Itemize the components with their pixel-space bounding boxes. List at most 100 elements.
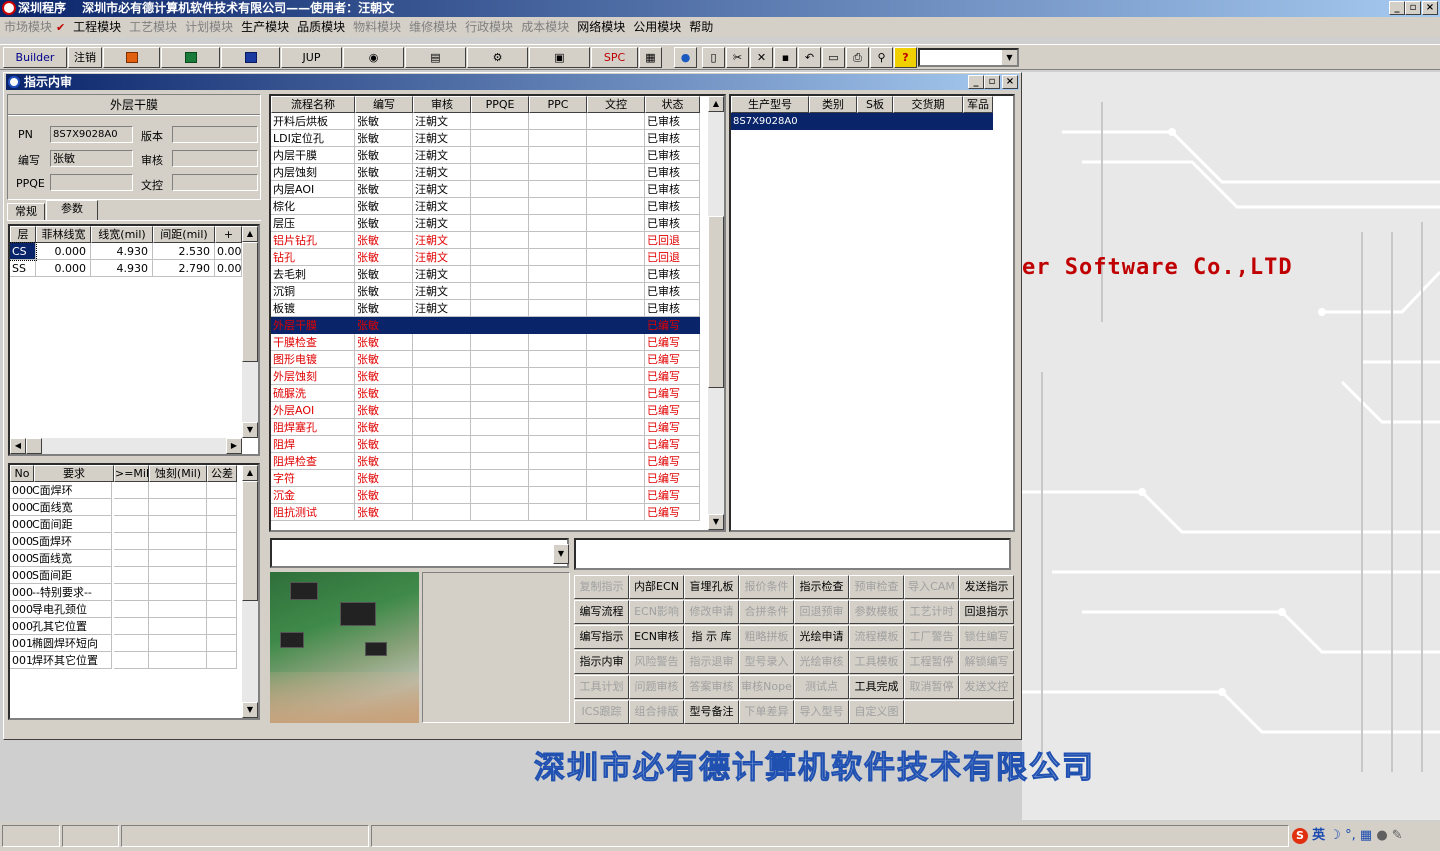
param-header-0[interactable]: 层: [10, 226, 36, 243]
param-scroll-up[interactable]: ▲: [242, 226, 258, 242]
req-scroll-up[interactable]: ▲: [242, 465, 258, 481]
remark-input[interactable]: [574, 538, 1011, 570]
flow-combo[interactable]: ▼: [270, 538, 569, 568]
flow-row[interactable]: 外层AOI 张敏 已编写: [271, 402, 700, 419]
command-button-3-2[interactable]: 指示退审: [684, 650, 739, 674]
prod-header-4[interactable]: 军品: [963, 96, 993, 113]
flow-row[interactable]: 沉铜 张敏 汪朝文 已审核: [271, 283, 700, 300]
menu-item-0[interactable]: 市场模块: [0, 17, 56, 37]
flow-header-5[interactable]: 文控: [587, 96, 645, 113]
command-button-3-0[interactable]: 指示内审: [574, 650, 629, 674]
flow-header-0[interactable]: 流程名称: [271, 96, 355, 113]
flow-row[interactable]: 棕化 张敏 汪朝文 已审核: [271, 198, 700, 215]
child-close-button[interactable]: ×: [1002, 75, 1018, 89]
child-restore-button[interactable]: ▫: [984, 75, 1000, 89]
spc-button[interactable]: SPC: [591, 47, 638, 68]
word-button[interactable]: [221, 47, 280, 68]
param-row[interactable]: SS 0.000 4.930 2.790 0.00: [10, 260, 242, 277]
param-row[interactable]: CS 0.000 4.930 2.530 0.00: [10, 242, 242, 261]
prod-header-1[interactable]: 类别: [809, 96, 857, 113]
req-header-3[interactable]: 蚀刻(Mil): [149, 465, 207, 482]
flow-row[interactable]: 去毛刺 张敏 汪朝文 已审核: [271, 266, 700, 283]
flow-row[interactable]: 钻孔 张敏 汪朝文 已回退: [271, 249, 700, 266]
doc-field[interactable]: [172, 174, 258, 191]
command-button-4-7[interactable]: 发送文控: [959, 675, 1014, 699]
command-button-0-2[interactable]: 盲埋孔板: [684, 575, 739, 599]
param-header-1[interactable]: 菲林线宽: [36, 226, 91, 243]
flow-row[interactable]: 干膜检查 张敏 已编写: [271, 334, 700, 351]
pn-field[interactable]: 8S7X9028A0: [50, 126, 133, 143]
param-hscroll-thumb[interactable]: [26, 438, 42, 454]
network-button[interactable]: ⚙: [467, 47, 528, 68]
flow-header-6[interactable]: 状态: [645, 96, 700, 113]
flow-row[interactable]: 阻焊塞孔 张敏 已编写: [271, 419, 700, 436]
minimize-button[interactable]: _: [1389, 1, 1405, 15]
command-button-0-4[interactable]: 指示检查: [794, 575, 849, 599]
command-button-3-5[interactable]: 工具模板: [849, 650, 904, 674]
param-scroll-down[interactable]: ▼: [242, 422, 258, 438]
menu-item-11[interactable]: 公用模块: [629, 17, 685, 37]
command-button-4-0[interactable]: 工具计划: [574, 675, 629, 699]
model-row[interactable]: 8S7X9028A0: [731, 113, 993, 130]
flow-row[interactable]: 阻焊检查 张敏 已编写: [271, 453, 700, 470]
flow-vscroll[interactable]: ▲ ▼: [708, 96, 724, 530]
command-button-0-1[interactable]: 内部ECN: [629, 575, 684, 599]
command-button-0-7[interactable]: 发送指示: [959, 575, 1014, 599]
requirement-row[interactable]: 000 C面焊环: [10, 482, 237, 499]
flow-row[interactable]: 外层蚀刻 张敏 已编写: [271, 368, 700, 385]
flow-row[interactable]: 外层干膜 张敏 已编写: [271, 317, 700, 334]
command-button-2-7[interactable]: 锁住编写: [959, 625, 1014, 649]
req-header-2[interactable]: >=Mil: [114, 465, 149, 482]
flow-scroll-up[interactable]: ▲: [708, 96, 724, 112]
flow-row[interactable]: 内层蚀刻 张敏 汪朝文 已审核: [271, 164, 700, 181]
flow-row[interactable]: 内层干膜 张敏 汪朝文 已审核: [271, 147, 700, 164]
menu-item-10[interactable]: 网络模块: [573, 17, 629, 37]
menu-item-9[interactable]: 成本模块: [517, 17, 573, 37]
builder-button[interactable]: Builder: [3, 47, 67, 68]
command-button-3-7[interactable]: 解锁编写: [959, 650, 1014, 674]
command-button-5-0[interactable]: ICS跟踪: [574, 700, 629, 724]
flow-row[interactable]: 沉金 张敏 已编写: [271, 487, 700, 504]
command-button-2-3[interactable]: 粗略拼板: [739, 625, 794, 649]
flow-row[interactable]: 硫脲洗 张敏 已编写: [271, 385, 700, 402]
prod-header-3[interactable]: 交货期: [893, 96, 963, 113]
command-button-4-5[interactable]: 工具完成: [849, 675, 904, 699]
menu-item-8[interactable]: 行政模块: [461, 17, 517, 37]
requirement-row[interactable]: 000 孔其它位置: [10, 618, 237, 635]
flow-row[interactable]: 阻焊 张敏 已编写: [271, 436, 700, 453]
menu-item-5[interactable]: 品质模块: [293, 17, 349, 37]
command-button-5-5[interactable]: 自定义图: [849, 700, 904, 724]
printer-device-button[interactable]: ▣: [529, 47, 590, 68]
requirement-row[interactable]: 000 C面间距: [10, 516, 237, 533]
command-button-0-0[interactable]: 复制指示: [574, 575, 629, 599]
save-button[interactable]: ▪: [774, 47, 797, 68]
flow-row[interactable]: 图形电镀 张敏 已编写: [271, 351, 700, 368]
requirement-row[interactable]: 000 导电孔颈位: [10, 601, 237, 618]
tab-general[interactable]: 常规: [7, 203, 45, 221]
requirement-row[interactable]: 000 --特别要求--: [10, 584, 237, 601]
command-button-2-1[interactable]: ECN审核: [629, 625, 684, 649]
command-button-2-0[interactable]: 编写指示: [574, 625, 629, 649]
flow-header-4[interactable]: PPC: [529, 96, 587, 113]
requirement-row[interactable]: 000 C面线宽: [10, 499, 237, 516]
tab-params[interactable]: 参数: [46, 200, 98, 221]
close-button[interactable]: ×: [1422, 1, 1438, 15]
review-field[interactable]: [172, 150, 258, 167]
menu-item-12[interactable]: 帮助: [685, 17, 717, 37]
command-button-2-6[interactable]: 工厂警告: [904, 625, 959, 649]
toolbar-combo[interactable]: [918, 48, 1019, 67]
param-scroll-thumb[interactable]: [242, 242, 258, 362]
command-button-1-2[interactable]: 修改申请: [684, 600, 739, 624]
param-header-2[interactable]: 线宽(mil): [91, 226, 153, 243]
command-button-2-5[interactable]: 流程模板: [849, 625, 904, 649]
command-button-5-4[interactable]: 导入型号: [794, 700, 849, 724]
command-button-4-1[interactable]: 问题审核: [629, 675, 684, 699]
flow-combo-dropdown[interactable]: ▼: [553, 544, 569, 564]
menu-item-6[interactable]: 物料模块: [349, 17, 405, 37]
param-hscroll[interactable]: ◀ ▶: [10, 438, 242, 454]
writer-field[interactable]: 张敏: [50, 150, 133, 167]
param-scroll-right[interactable]: ▶: [226, 438, 242, 454]
print-button[interactable]: ⎙: [846, 47, 869, 68]
req-header-0[interactable]: No: [10, 465, 34, 482]
command-button-5-1[interactable]: 组合排版: [629, 700, 684, 724]
